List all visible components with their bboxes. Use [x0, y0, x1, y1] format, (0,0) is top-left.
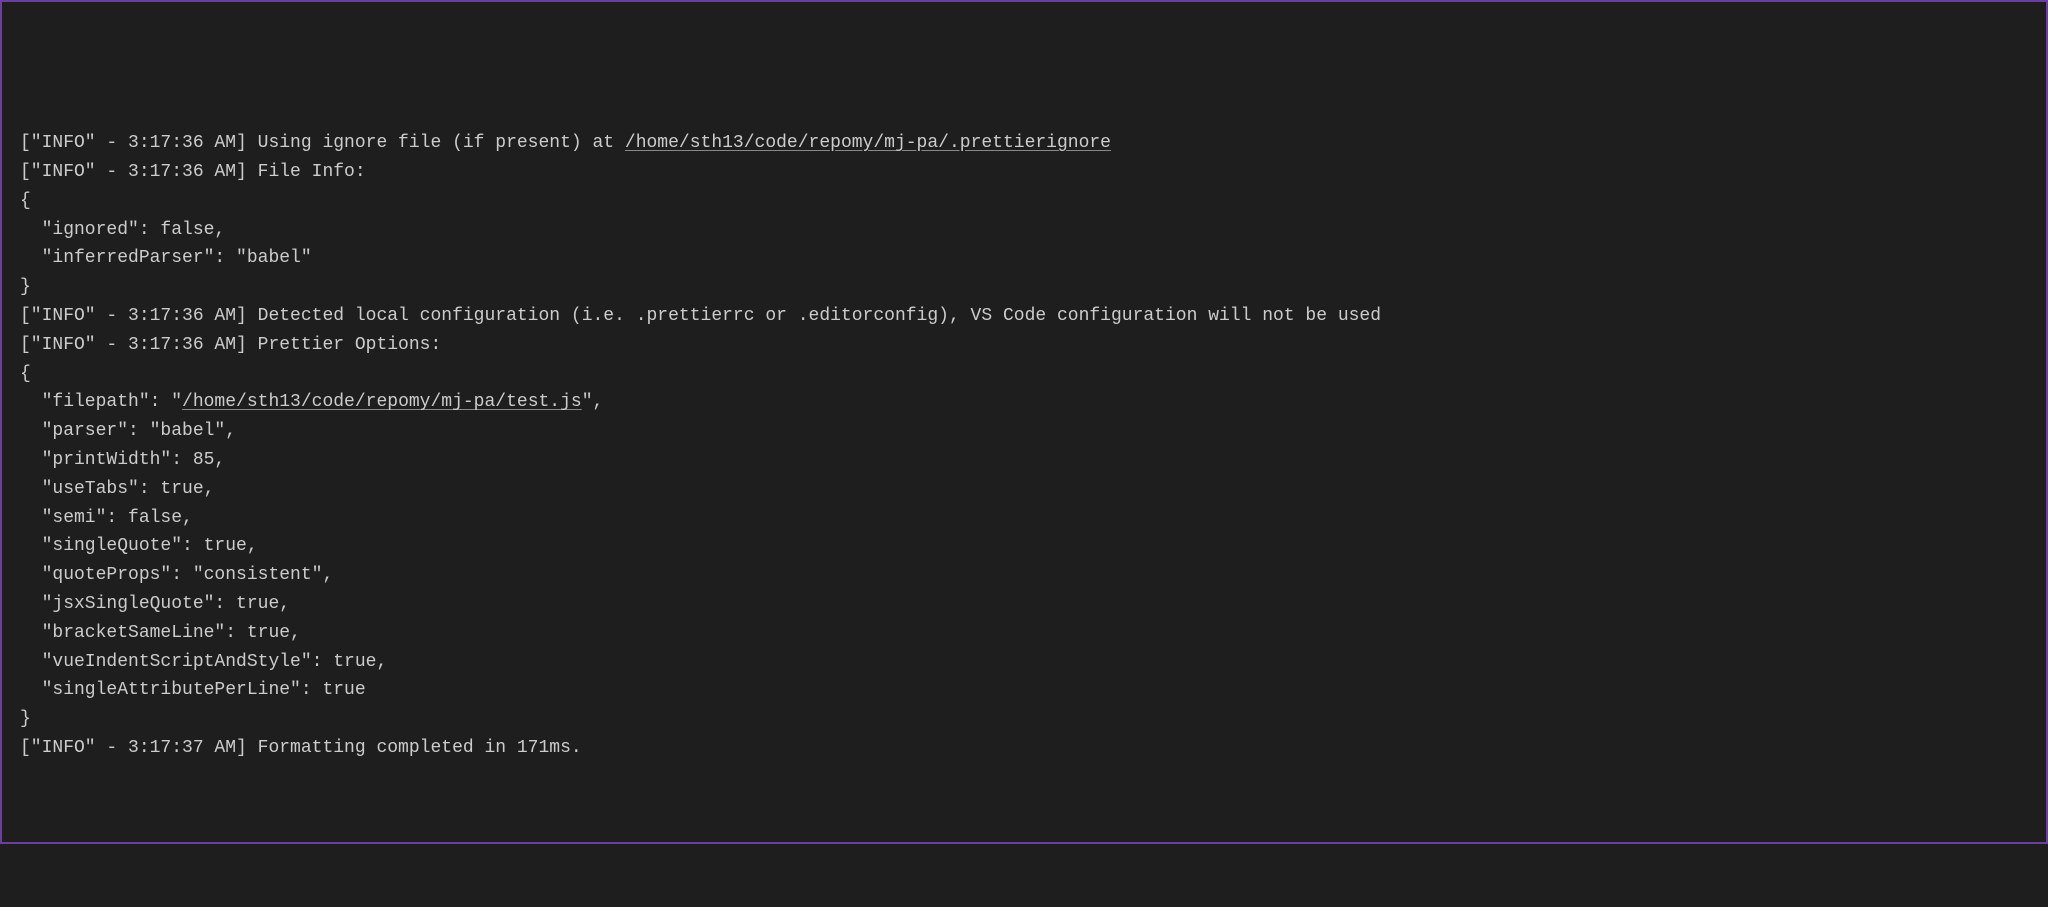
- log-line: {: [20, 364, 31, 384]
- log-line: "semi": false,: [20, 508, 193, 528]
- log-line: ["INFO" - 3:17:36 AM] File Info:: [20, 162, 366, 182]
- log-line: "inferredParser": "babel": [20, 248, 312, 268]
- file-path-link[interactable]: /home/sth13/code/repomy/mj-pa/.prettieri…: [625, 133, 1111, 153]
- log-line: "ignored": false,: [20, 220, 225, 240]
- log-line: ",: [582, 392, 604, 412]
- log-line: "quoteProps": "consistent",: [20, 565, 333, 585]
- log-line: }: [20, 709, 31, 729]
- log-line: "printWidth": 85,: [20, 450, 225, 470]
- file-path-link[interactable]: /home/sth13/code/repomy/mj-pa/test.js: [182, 392, 582, 412]
- output-panel[interactable]: ["INFO" - 3:17:36 AM] Using ignore file …: [20, 129, 2028, 763]
- log-line: "jsxSingleQuote": true,: [20, 594, 290, 614]
- log-line: ["INFO" - 3:17:37 AM] Formatting complet…: [20, 738, 582, 758]
- log-line: "filepath": ": [20, 392, 182, 412]
- log-line: "useTabs": true,: [20, 479, 214, 499]
- log-line: {: [20, 191, 31, 211]
- log-line: ["INFO" - 3:17:36 AM] Detected local con…: [20, 306, 1381, 326]
- log-line: "singleAttributePerLine": true: [20, 680, 366, 700]
- log-line: "parser": "babel",: [20, 421, 236, 441]
- log-line: ["INFO" - 3:17:36 AM] Using ignore file …: [20, 133, 625, 153]
- log-line: "bracketSameLine": true,: [20, 623, 301, 643]
- log-line: }: [20, 277, 31, 297]
- log-line: "vueIndentScriptAndStyle": true,: [20, 652, 387, 672]
- log-line: "singleQuote": true,: [20, 536, 258, 556]
- log-line: ["INFO" - 3:17:36 AM] Prettier Options:: [20, 335, 441, 355]
